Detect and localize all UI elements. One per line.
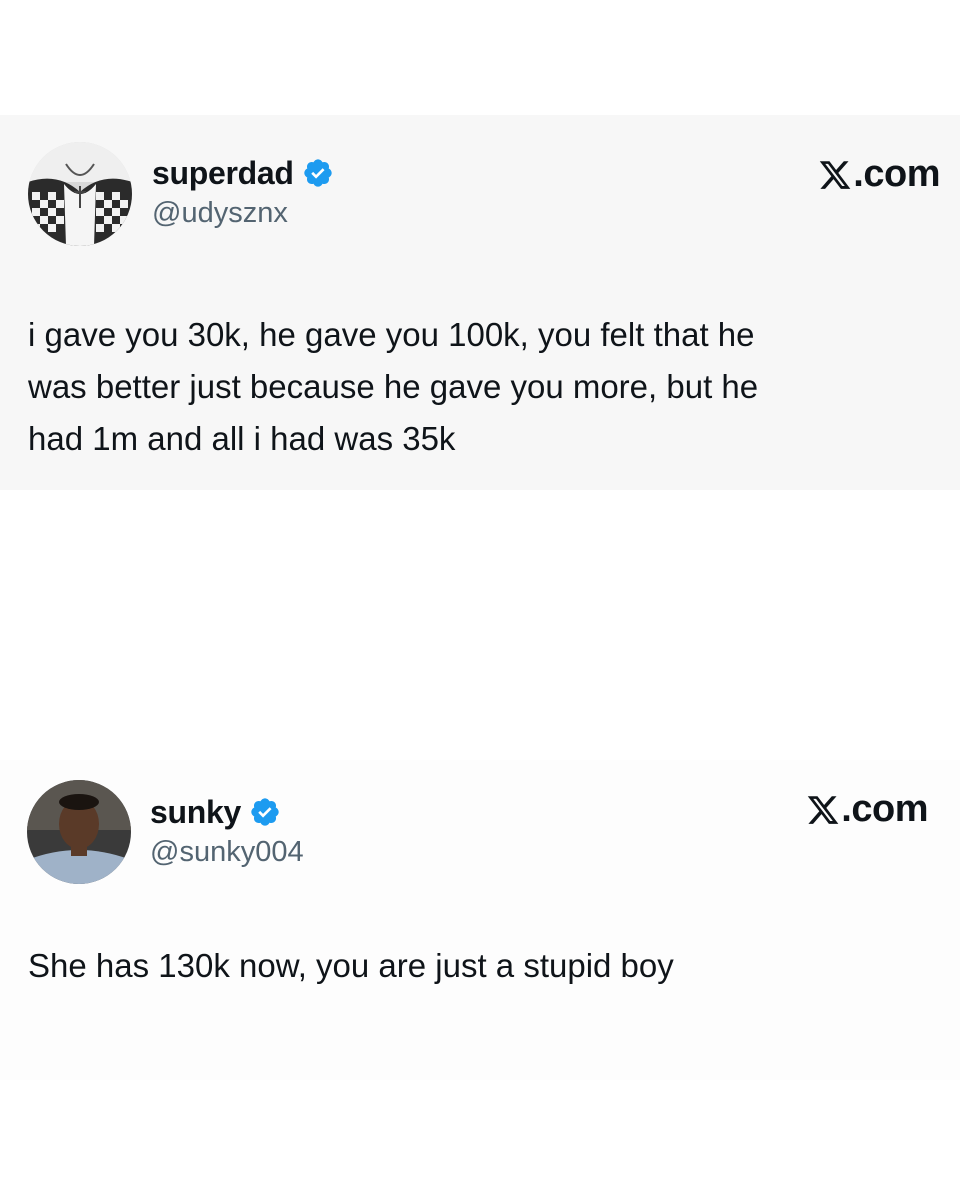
user-info: sunky @sunky004 — [150, 792, 304, 872]
user-handle[interactable]: @sunky004 — [150, 832, 304, 872]
tweet-card[interactable]: sunky @sunky004 .com She has 130k now, y… — [0, 760, 960, 1080]
avatar-image — [28, 142, 132, 246]
user-info: superdad @udysznx — [152, 153, 334, 233]
display-name[interactable]: superdad — [152, 153, 294, 193]
tweet-card[interactable]: superdad @udysznx .com i gave you 30k, h… — [0, 115, 960, 490]
avatar-image — [27, 780, 131, 884]
verified-badge-icon — [302, 157, 334, 189]
tweet-text: She has 130k now, you are just a stupid … — [28, 947, 674, 984]
display-name[interactable]: sunky — [150, 792, 241, 832]
avatar[interactable] — [27, 780, 131, 884]
verified-badge-icon — [249, 796, 281, 828]
x-logo-icon — [806, 793, 840, 827]
user-handle[interactable]: @udysznx — [152, 193, 334, 233]
x-logo-icon — [818, 158, 852, 192]
brand-text: .com — [841, 788, 928, 830]
x-com-brand: .com — [818, 153, 940, 196]
x-com-brand: .com — [806, 788, 928, 831]
brand-text: .com — [853, 153, 940, 195]
avatar[interactable] — [28, 142, 132, 246]
tweet-text: i gave you 30k, he gave you 100k, you fe… — [28, 316, 759, 457]
